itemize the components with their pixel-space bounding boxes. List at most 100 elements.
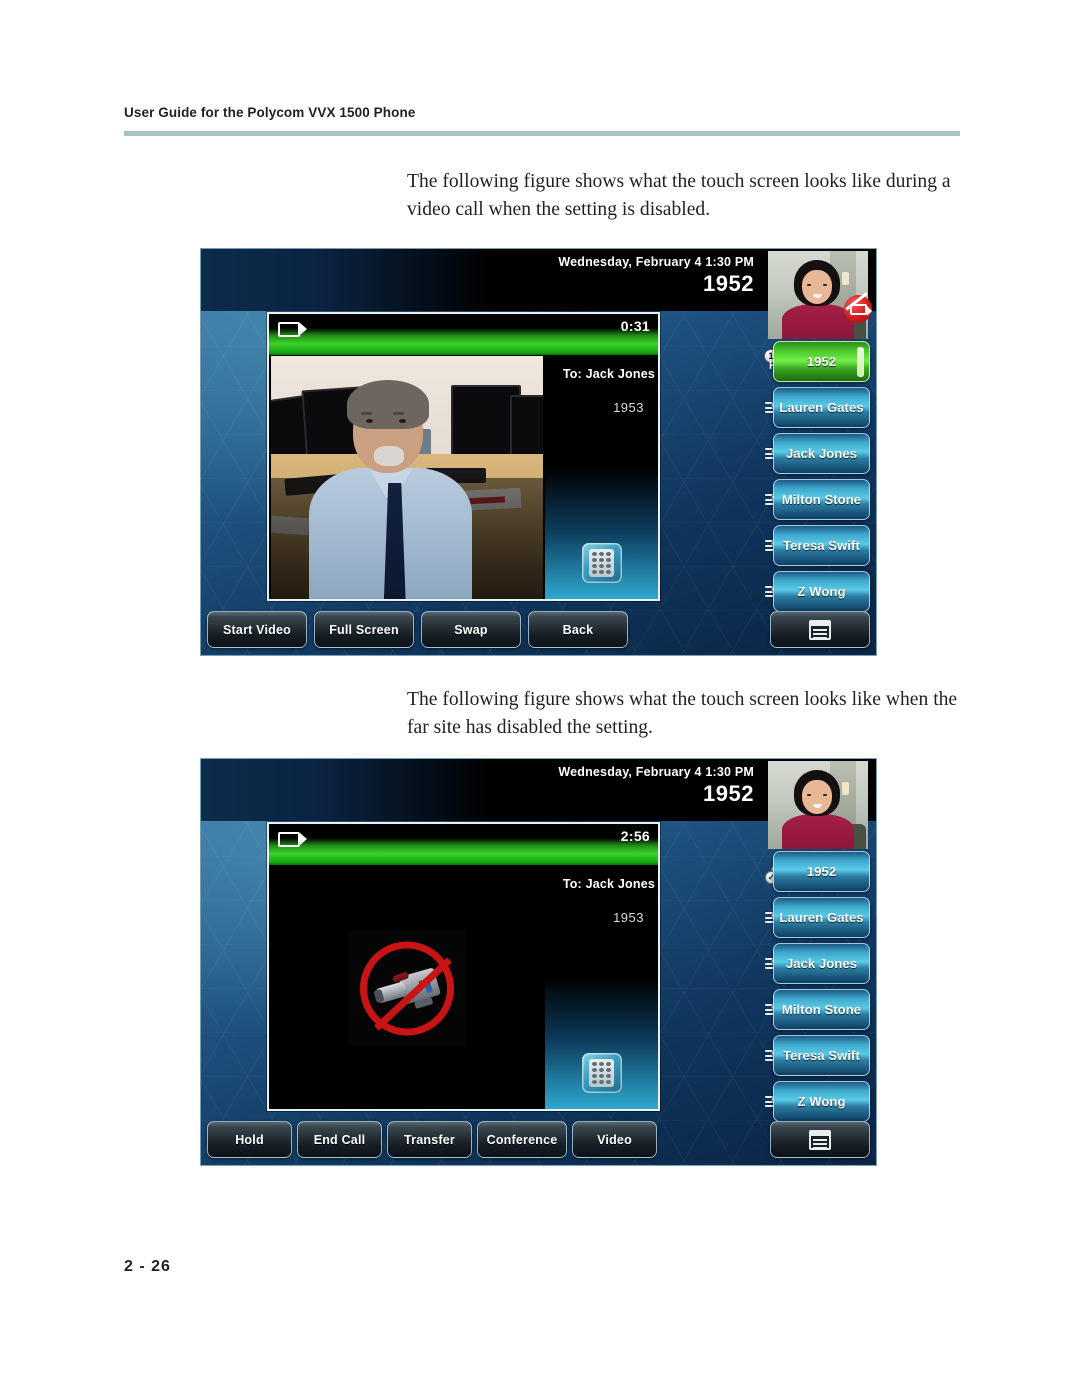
far-end-video-1 <box>271 356 543 599</box>
line-key-label: Milton Stone <box>781 492 862 507</box>
far-end-video-2 <box>271 866 543 1109</box>
soft-key-start-video[interactable]: Start Video <box>207 611 307 648</box>
line-key-1952[interactable]: 1952 <box>773 851 870 892</box>
video-area-2[interactable]: To: Jack Jones 1953 <box>269 865 658 1109</box>
soft-key-transfer[interactable]: Transfer <box>387 1121 472 1158</box>
video-camera-icon <box>278 832 307 847</box>
line-key-handle-icon <box>857 347 864 377</box>
status-datetime-1: Wednesday, February 4 1:30 PM <box>558 255 754 269</box>
line-key-row: Jack Jones <box>765 433 870 477</box>
line-key-teresa-swift[interactable]: Teresa Swift <box>773 1035 870 1076</box>
line-key-row: ✓ 1952 <box>765 851 870 895</box>
soft-key-bar-2: Hold End Call Transfer Conference Video <box>207 1121 870 1159</box>
soft-key-conference[interactable]: Conference <box>477 1121 567 1158</box>
line-key-label: 1952 <box>806 354 837 369</box>
call-timer-2: 2:56 <box>620 828 650 844</box>
line-key-label: Teresa Swift <box>783 538 860 553</box>
call-info-panel-1: To: Jack Jones 1953 <box>545 355 658 599</box>
line-key-lauren-gates[interactable]: Lauren Gates <box>773 387 870 428</box>
line-key-milton-stone[interactable]: Milton Stone <box>773 479 870 520</box>
status-bar-1: Wednesday, February 4 1:30 PM 1952 <box>201 249 876 339</box>
page-number: 2 - 26 <box>124 1258 171 1275</box>
keypad-icon[interactable] <box>581 543 622 583</box>
line-key-teresa-swift[interactable]: Teresa Swift <box>773 525 870 566</box>
line-key-label: Lauren Gates <box>779 910 864 925</box>
far-person-brow-right <box>393 412 405 416</box>
line-key-label: Z Wong <box>797 584 846 599</box>
line-key-label: 1952 <box>806 864 837 879</box>
menu-icon <box>809 619 831 640</box>
call-window-2: 2:56 To: Jack Jones 1953 <box>267 822 660 1111</box>
no-camera-icon <box>348 930 466 1046</box>
call-window-1: 0:31 To: Jack Jones 1953 <box>267 312 660 601</box>
self-view-person-face-1 <box>802 270 832 304</box>
phone-screen-figure-1: Wednesday, February 4 1:30 PM 1952 0:31 … <box>200 248 877 656</box>
line-key-z-wong[interactable]: Z Wong <box>773 1081 870 1122</box>
call-to-label-2: To: Jack Jones <box>562 877 655 891</box>
self-view-lamp-2 <box>842 782 849 796</box>
line-key-row: Milton Stone <box>765 989 870 1033</box>
paragraph-second: The following figure shows what the touc… <box>407 689 958 738</box>
line-key-list-2: ✓ 1952 Lauren Gates Jack Jones Milton St… <box>765 851 870 1127</box>
line-key-1952[interactable]: 1952 <box>773 341 870 382</box>
keypad-icon[interactable] <box>581 1053 622 1093</box>
soft-key-end-call[interactable]: End Call <box>297 1121 382 1158</box>
line-key-jack-jones[interactable]: Jack Jones <box>773 943 870 984</box>
line-key-row: Teresa Swift <box>765 1035 870 1079</box>
line-key-lauren-gates[interactable]: Lauren Gates <box>773 897 870 938</box>
soft-key-swap[interactable]: Swap <box>421 611 521 648</box>
paragraph-first: The following figure shows what the touc… <box>407 171 951 220</box>
call-to-label-1: To: Jack Jones <box>562 367 655 381</box>
line-key-label: Jack Jones <box>785 446 858 461</box>
soft-key-video[interactable]: Video <box>572 1121 657 1158</box>
line-key-row: Milton Stone <box>765 479 870 523</box>
video-camera-icon <box>278 322 307 337</box>
call-timer-1: 0:31 <box>620 318 650 334</box>
phone-screen-figure-2: Wednesday, February 4 1:30 PM 1952 2:56 <box>200 758 877 1166</box>
line-key-label: Z Wong <box>797 1094 846 1109</box>
call-remote-number-1: 1953 <box>613 400 644 415</box>
line-key-z-wong[interactable]: Z Wong <box>773 571 870 612</box>
call-status-bar-2: 2:56 <box>269 824 658 865</box>
line-key-label: Milton Stone <box>781 1002 862 1017</box>
line-key-row: Lauren Gates <box>765 387 870 431</box>
call-status-bar-1: 0:31 <box>269 314 658 355</box>
monitor-right-2 <box>510 395 543 459</box>
soft-key-back[interactable]: Back <box>528 611 628 648</box>
soft-key-menu[interactable] <box>770 1121 870 1158</box>
line-key-row: Lauren Gates <box>765 897 870 941</box>
self-view-2[interactable] <box>768 761 868 849</box>
status-bar-2: Wednesday, February 4 1:30 PM 1952 <box>201 759 876 849</box>
keypad-glyph <box>589 549 614 577</box>
self-view-person-face-2 <box>802 780 832 814</box>
far-person-hair <box>347 380 429 430</box>
line-key-row: Jack Jones <box>765 943 870 987</box>
line-key-row: Z Wong <box>765 571 870 615</box>
menu-icon <box>809 1129 831 1150</box>
status-extension-2: 1952 <box>703 781 754 806</box>
status-extension-1: 1952 <box>703 271 754 296</box>
line-key-label: Teresa Swift <box>783 1048 860 1063</box>
self-view-person-body-2 <box>782 813 854 849</box>
line-key-row: 1 HD 1952 <box>764 341 870 385</box>
self-view-lamp-1 <box>842 272 849 286</box>
soft-key-hold[interactable]: Hold <box>207 1121 292 1158</box>
status-datetime-2: Wednesday, February 4 1:30 PM <box>558 765 754 779</box>
video-area-1[interactable]: To: Jack Jones 1953 <box>269 355 658 599</box>
document-page: User Guide for the Polycom VVX 1500 Phon… <box>0 0 1080 1397</box>
line-key-label: Jack Jones <box>785 956 858 971</box>
running-header: User Guide for the Polycom VVX 1500 Phon… <box>124 104 964 122</box>
line-key-milton-stone[interactable]: Milton Stone <box>773 989 870 1030</box>
line-key-list-1: 1 HD 1952 Lauren Gates <box>764 341 870 617</box>
camera-off-icon <box>844 292 872 323</box>
call-remote-number-2: 1953 <box>613 910 644 925</box>
call-info-panel-2: To: Jack Jones 1953 <box>545 865 658 1109</box>
line-key-jack-jones[interactable]: Jack Jones <box>773 433 870 474</box>
soft-key-menu[interactable] <box>770 611 870 648</box>
line-key-row: Teresa Swift <box>765 525 870 569</box>
soft-key-full-screen[interactable]: Full Screen <box>314 611 414 648</box>
no-camera-ring <box>360 941 454 1035</box>
line-key-label: Lauren Gates <box>779 400 864 415</box>
far-person-brow-left <box>360 412 372 416</box>
running-header-text: User Guide for the Polycom VVX 1500 Phon… <box>124 105 416 120</box>
